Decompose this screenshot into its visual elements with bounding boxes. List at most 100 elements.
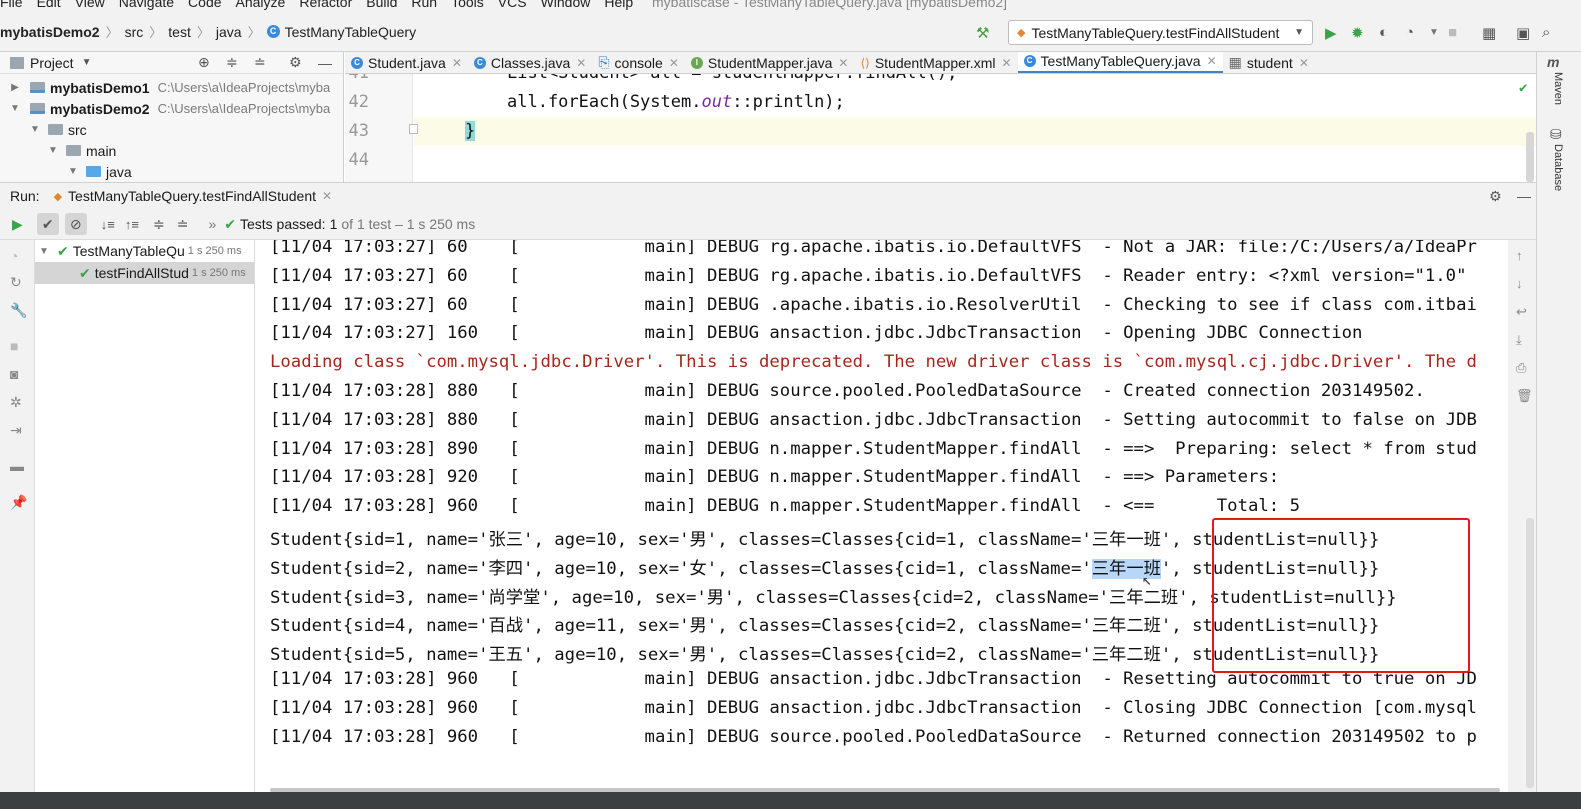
- exit-icon[interactable]: ⇥: [10, 422, 22, 439]
- tab-label: Student.java: [368, 54, 446, 71]
- project-panel-title[interactable]: Project: [30, 55, 74, 71]
- chevron-down-icon[interactable]: ▼: [82, 57, 92, 68]
- stop-icon[interactable]: ■: [1448, 24, 1457, 41]
- sort-duration-icon[interactable]: ↑≡: [125, 217, 139, 232]
- gear-icon[interactable]: ⚙: [1489, 188, 1502, 205]
- arrow-up-icon[interactable]: ↑: [1516, 248, 1523, 263]
- tree-item-src[interactable]: ▼ src: [0, 119, 343, 140]
- rerun-failed-icon[interactable]: ◔: [10, 248, 18, 264]
- scroll-to-end-icon[interactable]: ⤓: [1516, 332, 1522, 348]
- tree-item-mybatisdemo1[interactable]: ▶ mybatisDemo1 C:\Users\a\IdeaProjects\m…: [0, 77, 343, 98]
- tab-student-table[interactable]: ▦ student ✕: [1223, 52, 1315, 73]
- menu-edit[interactable]: Edit: [37, 0, 61, 10]
- collapse-all-icon[interactable]: ≐: [254, 54, 266, 71]
- close-icon[interactable]: ✕: [1001, 56, 1011, 70]
- menu-navigate[interactable]: Navigate: [119, 0, 174, 10]
- database-icon[interactable]: ⛁: [1550, 126, 1562, 143]
- menu-analyze[interactable]: Analyze: [236, 0, 286, 10]
- layout-icon[interactable]: ▣: [1516, 24, 1530, 42]
- rerun-icon[interactable]: ▶: [12, 216, 23, 233]
- tab-classes-java[interactable]: C Classes.java ✕: [468, 52, 592, 73]
- tab-student-java[interactable]: C Student.java ✕: [345, 52, 468, 73]
- breadcrumb-file[interactable]: TestManyTableQuery: [285, 24, 417, 40]
- tab-studentmapper-java[interactable]: I StudentMapper.java ✕: [685, 52, 855, 73]
- soft-wrap-icon[interactable]: ↩: [1516, 304, 1527, 320]
- maven-icon[interactable]: m: [1547, 54, 1559, 70]
- profile-icon[interactable]: ◔: [1405, 24, 1414, 41]
- menu-tools[interactable]: Tools: [451, 0, 484, 10]
- show-ignored-toggle[interactable]: ⊘: [64, 213, 87, 235]
- menu-window[interactable]: Window: [541, 0, 591, 10]
- search-everywhere-icon[interactable]: ⌕: [1542, 24, 1550, 41]
- menu-view[interactable]: View: [75, 0, 105, 10]
- test-suite-row[interactable]: ▼ ✔ TestManyTableQu 1 s 250 ms: [35, 240, 254, 262]
- menu-build[interactable]: Build: [366, 0, 397, 10]
- project-structure-icon[interactable]: ▦: [1482, 24, 1496, 42]
- more-run-options-icon[interactable]: ▼: [1429, 27, 1439, 38]
- run-tab-label[interactable]: TestManyTableQuery.testFindAllStudent: [68, 188, 316, 204]
- coverage-icon[interactable]: ◐: [1379, 24, 1388, 41]
- close-icon[interactable]: ✕: [1299, 56, 1309, 70]
- expand-all-icon[interactable]: ≑: [226, 54, 238, 71]
- debug-icon[interactable]: ✹: [1351, 24, 1364, 42]
- build-hammer-icon[interactable]: ⚒: [976, 24, 989, 42]
- breadcrumb-test[interactable]: test: [168, 24, 191, 40]
- locate-icon[interactable]: ⊕: [198, 54, 210, 71]
- maven-tool-button[interactable]: Maven: [1552, 72, 1564, 105]
- menu-help[interactable]: Help: [604, 0, 633, 10]
- layout-icon[interactable]: ▬: [10, 458, 24, 474]
- menu-file[interactable]: File: [0, 0, 23, 10]
- collapse-all-icon[interactable]: ≐: [177, 216, 189, 233]
- camera-icon[interactable]: ◙: [10, 366, 18, 382]
- tree-item-main[interactable]: ▼ main: [0, 140, 343, 161]
- trash-icon[interactable]: 🗑: [1516, 388, 1533, 404]
- menu-vcs[interactable]: VCS: [498, 0, 527, 10]
- chevron-down-icon[interactable]: ▼: [28, 124, 42, 135]
- editor-scrollbar[interactable]: [1526, 132, 1534, 182]
- close-icon[interactable]: ✕: [452, 56, 462, 70]
- run-configuration-select[interactable]: ◆ TestManyTableQuery.testFindAllStudent …: [1008, 20, 1313, 45]
- breadcrumb-src[interactable]: src: [125, 24, 144, 40]
- breadcrumb-project[interactable]: mybatisDemo2: [0, 24, 100, 40]
- breadcrumb-java[interactable]: java: [216, 24, 242, 40]
- tab-console[interactable]: ⎘ console ✕: [592, 52, 685, 73]
- console-scrollbar[interactable]: [1526, 518, 1534, 788]
- menu-code[interactable]: Code: [188, 0, 221, 10]
- close-icon[interactable]: ✕: [838, 56, 848, 70]
- run-icon[interactable]: ▶: [1325, 24, 1337, 42]
- hide-icon[interactable]: —: [318, 55, 332, 71]
- fold-marker-icon[interactable]: [409, 124, 418, 134]
- stop-icon[interactable]: ■: [10, 338, 18, 354]
- chevron-down-icon[interactable]: ▼: [39, 246, 57, 257]
- close-icon[interactable]: ✕: [576, 56, 586, 70]
- arrow-down-icon[interactable]: ↓: [1516, 276, 1523, 291]
- test-case-row[interactable]: ✔ testFindAllStud 1 s 250 ms: [35, 262, 254, 284]
- show-passed-toggle[interactable]: ✔: [36, 213, 59, 235]
- sort-alpha-icon[interactable]: ↓≡: [101, 217, 115, 232]
- chevron-down-icon[interactable]: ▼: [8, 103, 22, 114]
- chevron-down-icon[interactable]: ▼: [66, 166, 80, 177]
- close-icon[interactable]: ✕: [322, 189, 332, 203]
- print-icon[interactable]: ⎙: [1516, 360, 1526, 376]
- hide-icon[interactable]: —: [1517, 188, 1531, 204]
- gear-icon[interactable]: ⚙: [289, 54, 302, 71]
- settings-icon[interactable]: ✲: [10, 394, 22, 411]
- console-output[interactable]: [11/04 17:03:27] 60 [ main] DEBUG rg.apa…: [256, 240, 1508, 792]
- expand-all-icon[interactable]: ≑: [153, 216, 165, 233]
- menu-refactor[interactable]: Refactor: [299, 0, 352, 10]
- chevron-down-icon[interactable]: ▼: [46, 145, 60, 156]
- tree-item-java[interactable]: ▼ java: [0, 161, 343, 182]
- toggle-auto-test-icon[interactable]: ↻: [10, 274, 22, 291]
- chevron-right-icon[interactable]: ▶: [8, 82, 22, 93]
- database-tool-button[interactable]: Database: [1552, 144, 1564, 191]
- tree-item-mybatisdemo2[interactable]: ▼ mybatisDemo2 C:\Users\a\IdeaProjects\m…: [0, 98, 343, 119]
- tab-studentmapper-xml[interactable]: ⟨⟩ StudentMapper.xml ✕: [854, 52, 1017, 73]
- wrench-icon[interactable]: 🔧: [10, 302, 27, 319]
- tab-testmanytablequery-java[interactable]: C TestManyTableQuery.java ✕: [1017, 52, 1223, 73]
- close-icon[interactable]: ✕: [1207, 54, 1217, 68]
- code-editor[interactable]: 41 42 43 44 List<Student> all = studentM…: [345, 74, 1536, 182]
- close-icon[interactable]: ✕: [669, 56, 679, 70]
- pin-icon[interactable]: 📌: [10, 494, 27, 511]
- menu-run[interactable]: Run: [411, 0, 437, 10]
- more-icon[interactable]: »: [208, 216, 216, 232]
